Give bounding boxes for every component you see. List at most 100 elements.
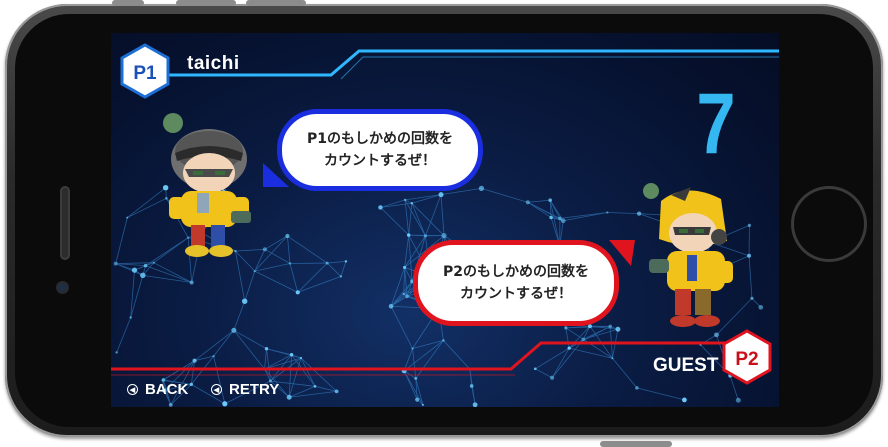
network-node xyxy=(438,192,444,198)
retry-button[interactable]: ◀ RETRY xyxy=(211,381,279,398)
network-link xyxy=(115,217,128,264)
p2-speech-bubble: P2のもしかめの回数を カウントするぜ！ xyxy=(413,240,619,326)
network-link xyxy=(115,262,154,264)
network-node xyxy=(441,233,447,239)
network-node xyxy=(129,316,132,319)
network-node xyxy=(241,298,248,304)
network-link xyxy=(233,301,246,331)
network-node xyxy=(378,205,383,210)
back-button[interactable]: ◀ BACK xyxy=(127,381,188,398)
network-node xyxy=(405,294,409,299)
network-node xyxy=(113,261,118,266)
network-node xyxy=(325,261,329,265)
network-node xyxy=(478,185,485,191)
network-node xyxy=(560,218,566,224)
game-screen: P1 taichi 7 P1のもしかめの回数を カウントするぜ！ P2のもしかめ… xyxy=(111,33,779,407)
home-button[interactable] xyxy=(791,186,867,262)
p1-name: taichi xyxy=(187,53,240,74)
p1-bubble-line-2: カウントするぜ！ xyxy=(324,153,436,169)
network-link xyxy=(244,271,256,302)
p1-character xyxy=(163,113,251,257)
network-node xyxy=(402,292,405,296)
retry-arrow-icon: ◀ xyxy=(211,384,222,395)
network-link xyxy=(481,188,528,203)
network-link xyxy=(390,267,405,307)
network-link xyxy=(405,194,442,201)
mute-switch xyxy=(112,0,144,6)
network-node xyxy=(558,216,562,221)
p2-bubble-line-1: P2のもしかめの回数を xyxy=(442,264,589,280)
network-node xyxy=(143,263,148,268)
network-node xyxy=(285,233,290,239)
network-node xyxy=(608,324,613,329)
network-link xyxy=(340,261,347,277)
network-node xyxy=(758,304,764,310)
p1-badge-label: P1 xyxy=(133,63,157,84)
network-link xyxy=(254,263,291,272)
network-node xyxy=(615,326,621,332)
network-link xyxy=(264,235,288,250)
network-node xyxy=(288,262,292,265)
network-link xyxy=(411,194,442,204)
network-node xyxy=(295,290,300,295)
network-link xyxy=(440,194,445,236)
network-link xyxy=(254,270,298,293)
network-node xyxy=(410,201,414,205)
volume-down-button xyxy=(246,0,306,6)
network-link xyxy=(145,265,192,283)
network-node xyxy=(339,275,343,278)
network-node xyxy=(564,326,568,330)
p2-badge-label: P2 xyxy=(735,349,758,370)
network-link xyxy=(380,207,409,236)
network-node xyxy=(262,247,267,252)
p2-name: GUEST xyxy=(653,355,719,376)
network-node xyxy=(126,216,129,219)
network-link xyxy=(411,202,445,236)
network-node xyxy=(423,234,428,238)
network-node xyxy=(189,280,194,285)
network-link xyxy=(287,235,328,264)
network-link xyxy=(380,202,412,208)
network-node xyxy=(606,211,609,214)
network-node xyxy=(403,265,407,270)
network-link xyxy=(297,276,342,293)
network-link xyxy=(411,203,426,237)
back-arrow-icon: ◀ xyxy=(127,384,138,395)
speaker-grille xyxy=(60,186,70,260)
volume-up-button xyxy=(176,0,236,6)
network-node xyxy=(549,215,553,220)
retry-label: RETRY xyxy=(229,381,280,398)
network-node xyxy=(140,272,146,279)
p1-score: 7 xyxy=(696,76,736,172)
network-node xyxy=(152,261,155,264)
power-button xyxy=(600,441,672,447)
p2-bubble-line-2: カウントするぜ！ xyxy=(460,286,572,302)
front-camera xyxy=(58,283,67,292)
p2-character xyxy=(643,183,733,327)
network-link xyxy=(527,202,552,218)
network-link xyxy=(327,261,346,264)
network-link xyxy=(380,199,406,208)
network-node xyxy=(131,267,138,273)
network-link xyxy=(326,262,342,277)
network-node xyxy=(403,198,407,202)
network-link xyxy=(390,281,413,307)
network-node xyxy=(344,260,348,263)
network-link xyxy=(559,212,608,219)
p1-bubble-line-1: P1のもしかめの回数を xyxy=(306,131,453,147)
network-node xyxy=(747,223,752,227)
network-link xyxy=(563,212,608,222)
network-link xyxy=(748,255,753,299)
network-node xyxy=(407,233,411,237)
network-link xyxy=(286,235,291,264)
network-link xyxy=(254,235,288,272)
network-node xyxy=(525,200,530,205)
p1-badge: P1 xyxy=(120,43,170,99)
network-node xyxy=(750,296,754,300)
p1-speech-bubble: P1のもしかめの回数を カウントするぜ！ xyxy=(277,109,483,191)
network-node xyxy=(548,198,552,202)
network-link xyxy=(289,263,299,293)
back-label: BACK xyxy=(145,381,189,398)
p2-badge: P2 xyxy=(722,329,772,385)
network-link xyxy=(527,199,551,203)
